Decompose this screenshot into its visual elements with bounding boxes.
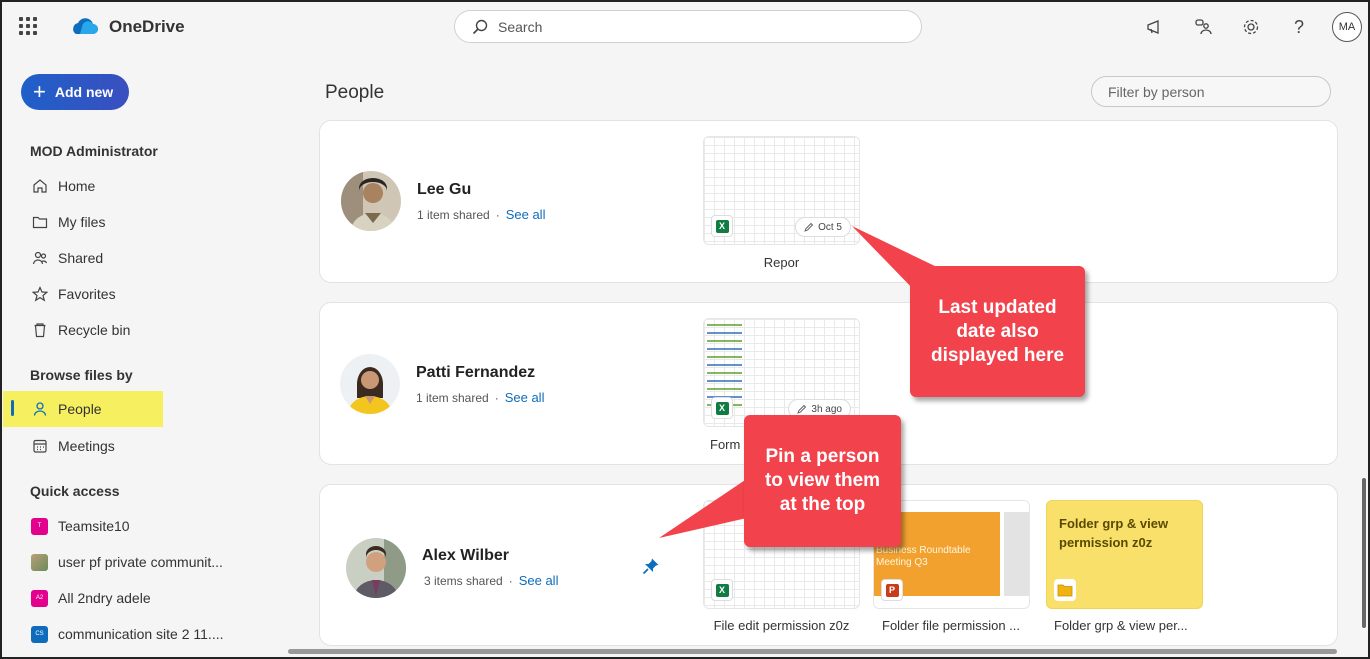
site-badge-icon: T (31, 517, 48, 535)
file-name[interactable]: Form (710, 437, 740, 452)
recycle-bin-icon (31, 322, 49, 338)
excel-file-icon: X (711, 215, 733, 237)
settings-gear-icon[interactable] (1240, 16, 1262, 38)
filter-by-person[interactable] (1091, 76, 1331, 107)
search-icon (472, 19, 488, 35)
items-shared: 1 item shared · See all (417, 207, 546, 222)
nav-label: Home (58, 178, 96, 194)
see-all-link[interactable]: See all (519, 573, 559, 588)
nav-home[interactable]: Home (0, 170, 270, 202)
app-launcher-icon[interactable] (19, 17, 37, 35)
folder-card-title: Folder grp & view permission z0z (1059, 516, 1169, 550)
slide-title: Business Roundtable Meeting Q3 (876, 545, 971, 568)
nav-label: Recycle bin (58, 322, 131, 338)
quick-access-item[interactable]: user pf private communit... (0, 546, 270, 578)
vertical-scrollbar[interactable] (1362, 478, 1366, 628)
items-shared: 3 items shared · See all (424, 573, 559, 588)
nav-recycle-bin[interactable]: Recycle bin (0, 314, 270, 346)
items-count: 1 item shared (417, 208, 490, 222)
file-thumbnail[interactable]: X 3h ago (703, 318, 860, 427)
calendar-icon (31, 438, 49, 454)
quick-access-item[interactable]: A2 All 2ndry adele (0, 582, 270, 614)
browse-section-title: Browse files by (30, 367, 133, 383)
excel-file-icon: X (711, 579, 733, 601)
items-shared: 1 item shared · See all (416, 390, 545, 405)
nav-my-files[interactable]: My files (0, 206, 270, 238)
person-avatar[interactable] (340, 354, 400, 414)
excel-file-icon: X (711, 397, 733, 419)
site-image-icon (31, 553, 48, 571)
nav-favorites[interactable]: Favorites (0, 278, 270, 310)
people-icon (31, 250, 49, 266)
nav-people[interactable]: People (3, 391, 163, 427)
pencil-icon (804, 222, 814, 232)
pencil-icon (797, 404, 807, 414)
account-name: MOD Administrator (30, 143, 158, 159)
file-thumbnail[interactable]: X Oct 5 (703, 136, 860, 245)
last-updated-date: 3h ago (811, 403, 842, 415)
callout-pin-person: Pin a person to view them at the top (744, 415, 901, 547)
nav-shared[interactable]: Shared (0, 242, 270, 274)
add-new-label: Add new (54, 84, 114, 100)
file-name[interactable]: Repor (703, 255, 860, 270)
folder-icon (1054, 579, 1076, 601)
folder-thumbnail[interactable]: Folder grp & view permission z0z (1046, 500, 1203, 609)
nav-label: Favorites (58, 286, 116, 302)
add-new-button[interactable]: + Add new (21, 74, 129, 110)
person-card[interactable]: Lee Gu 1 item shared · See all X Oct 5 Rep… (319, 120, 1338, 283)
top-bar: OneDrive ? MA (0, 0, 1370, 54)
site-badge-icon: A2 (31, 589, 48, 607)
help-icon[interactable]: ? (1288, 16, 1310, 38)
nav-meetings[interactable]: Meetings (0, 430, 270, 462)
nav-label: Meetings (58, 438, 115, 454)
quick-access-title: Quick access (30, 483, 120, 499)
quick-access-label: Teamsite10 (58, 518, 130, 534)
person-name[interactable]: Lee Gu (417, 181, 471, 199)
megaphone-icon[interactable] (1144, 16, 1166, 38)
powerpoint-file-icon: P (881, 579, 903, 601)
see-all-link[interactable]: See all (506, 207, 546, 222)
person-name[interactable]: Patti Fernandez (416, 364, 535, 382)
star-icon (31, 286, 49, 302)
callout-last-updated: Last updated date also displayed here (910, 266, 1085, 397)
plus-icon: + (33, 79, 46, 104)
page-title: People (325, 82, 385, 103)
feedback-icon[interactable] (1192, 16, 1214, 38)
nav-label: Shared (58, 250, 104, 266)
home-icon (31, 178, 49, 194)
person-name[interactable]: Alex Wilber (422, 547, 509, 565)
search-box[interactable] (454, 10, 922, 43)
app-title[interactable]: OneDrive (109, 17, 185, 37)
search-input[interactable] (498, 11, 898, 42)
see-all-link[interactable]: See all (505, 390, 545, 405)
quick-access-label: All 2ndry adele (58, 590, 151, 606)
active-indicator (11, 400, 14, 416)
folder-icon (31, 214, 49, 230)
file-name[interactable]: Folder file permission ... (882, 618, 1020, 633)
filter-input[interactable] (1092, 77, 1330, 106)
items-count: 3 items shared (424, 574, 503, 588)
site-badge-icon: CS (31, 625, 48, 643)
last-updated-badge: Oct 5 (795, 217, 851, 237)
nav-label: My files (58, 214, 106, 230)
horizontal-scrollbar[interactable] (288, 649, 1337, 654)
quick-access-item[interactable]: CS communication site 2 11.... (0, 618, 270, 650)
last-updated-date: Oct 5 (818, 221, 842, 233)
pin-icon[interactable] (642, 557, 660, 580)
file-name[interactable]: Folder grp & view per... (1054, 618, 1188, 633)
file-name[interactable]: File edit permission z0z (703, 618, 860, 633)
person-icon (31, 401, 49, 417)
nav-label: People (58, 401, 102, 417)
person-avatar[interactable] (341, 171, 401, 231)
sidebar: + Add new MOD Administrator Home My file… (0, 54, 270, 659)
quick-access-item[interactable]: T Teamsite10 (0, 510, 270, 542)
onedrive-logo-icon (70, 16, 98, 41)
person-avatar[interactable] (346, 538, 406, 598)
items-count: 1 item shared (416, 391, 489, 405)
quick-access-label: user pf private communit... (58, 554, 223, 570)
quick-access-label: communication site 2 11.... (58, 626, 224, 642)
user-avatar[interactable]: MA (1332, 12, 1362, 42)
